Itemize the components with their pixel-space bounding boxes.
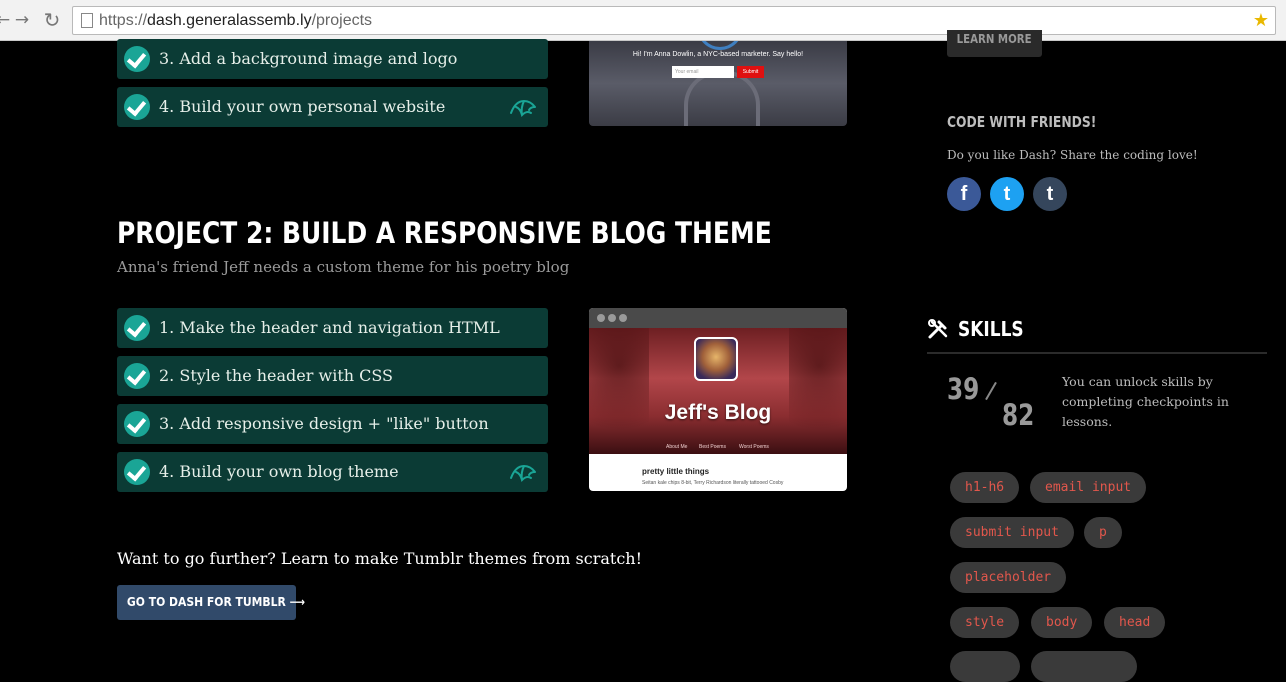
checkmark-icon [124,363,150,389]
button-label: LEARN MORE [957,32,1032,46]
blog-avatar [694,337,738,381]
task-item[interactable]: 4. Build your own personal website [117,87,548,127]
tree-shadow [589,328,649,454]
task-label: 4. Build your own blog theme [159,462,399,481]
checkmark-icon [124,94,150,120]
count-divider [985,381,997,401]
task-item[interactable]: 3. Add a background image and logo [117,39,548,79]
code-with-friends-title: CODE WITH FRIENDS! [947,113,1097,131]
bookmark-star-icon[interactable]: ★ [1253,10,1269,31]
address-bar[interactable]: https://dash.generalassemb.ly/projects ★ [72,6,1276,35]
task-label: 4. Build your own personal website [159,97,446,116]
avatar [697,41,743,50]
hand-pointer-icon [510,464,536,482]
tumblr-share-icon[interactable]: t [1033,177,1067,211]
go-further-text: Want to go further? Learn to make Tumblr… [117,549,643,568]
skill-tag[interactable]: placeholder [950,562,1067,593]
skill-tag[interactable]: p [1084,517,1122,548]
facebook-share-icon[interactable]: f [947,177,981,211]
checkmark-icon [124,411,150,437]
skill-tag[interactable]: style [950,607,1020,638]
task-label: 1. Make the header and navigation HTML [159,318,500,337]
project2-preview-image: Jeff's Blog About Me Best Poems Worst Po… [589,308,847,491]
tree-shadow [789,328,847,454]
bridge-arch [684,71,760,126]
skill-tag[interactable]: submit input [950,517,1074,548]
page-icon [81,13,93,28]
skills-header: SKILLS [927,316,1267,354]
skills-title: SKILLS [958,317,1024,341]
forward-arrow-icon[interactable]: → [11,9,33,31]
button-label: GO TO DASH FOR TUMBLR ⟶ [126,595,306,609]
url-path: /projects [311,12,373,29]
tools-icon [928,319,948,339]
blog-title: Jeff's Blog [664,401,772,424]
url-scheme: https:// [99,12,148,29]
blog-nav-item: Worst Poems [739,444,769,450]
task-label: 3. Add responsive design + "like" button [159,414,489,433]
blog-nav-item: About Me [666,444,688,450]
skill-tag-partial[interactable] [950,651,1020,682]
blog-post-title: pretty little things [642,467,710,476]
task-label: 3. Add a background image and logo [159,49,458,68]
task-item[interactable]: 1. Make the header and navigation HTML [117,308,548,348]
project-title: PROJECT 2: BUILD A RESPONSIVE BLOG THEME [117,216,772,250]
dash-for-tumblr-button[interactable]: GO TO DASH FOR TUMBLR ⟶ [117,585,305,620]
preview-caption: Hi! I'm Anna Dowlin, a NYC-based markete… [632,51,804,58]
preview-submit-button: Submit [737,66,764,78]
checkmark-icon [124,459,150,485]
preview-email-field: Your email [672,66,734,78]
task-item[interactable]: 4. Build your own blog theme [117,452,548,492]
skills-unlocked-count: 39 [947,372,980,406]
task-label: 2. Style the header with CSS [159,366,394,385]
url-text[interactable]: https://dash.generalassemb.ly/projects [99,12,372,30]
window-dot [619,314,627,322]
checkmark-icon [124,315,150,341]
project1-preview-image: Hi! I'm Anna Dowlin, a NYC-based markete… [589,41,847,126]
blog-post-body: Seitan kale chips 8-bit, Terry Richardso… [642,480,784,486]
checkmark-icon [124,46,150,72]
skill-tag-partial[interactable] [1031,651,1137,682]
blog-nav-item: Best Poems [699,444,726,450]
hand-pointer-icon [510,99,536,117]
skill-tag[interactable]: body [1031,607,1093,638]
window-titlebar [589,308,847,328]
skills-description: You can unlock skills by completing chec… [1062,374,1229,429]
share-text: Do you like Dash? Share the coding love! [947,148,1198,162]
project-subtitle: Anna's friend Jeff needs a custom theme … [117,258,570,276]
skill-tag[interactable]: email input [1030,472,1147,503]
skill-tag[interactable]: h1-h6 [950,472,1020,503]
skill-tag[interactable]: head [1104,607,1166,638]
task-item[interactable]: 3. Add responsive design + "like" button [117,404,548,444]
window-dot [608,314,616,322]
window-dot [597,314,605,322]
browser-toolbar: ← → ↻ https://dash.generalassemb.ly/proj… [0,0,1286,41]
task-item[interactable]: 2. Style the header with CSS [117,356,548,396]
twitter-share-icon[interactable]: t [990,177,1024,211]
skills-total-count: 82 [1002,398,1035,432]
url-domain: dash.generalassemb.ly [147,12,312,29]
learn-more-button[interactable]: LEARN MORE [947,30,1042,57]
reload-icon[interactable]: ↻ [41,9,63,31]
